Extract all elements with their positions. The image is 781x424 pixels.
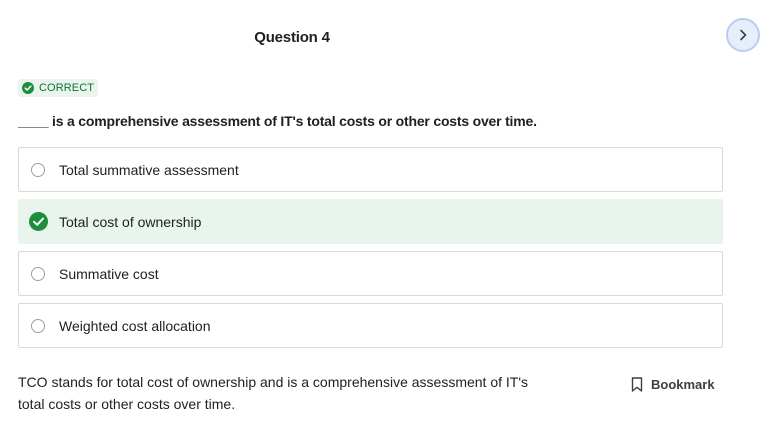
- answer-option-label: Summative cost: [59, 265, 159, 282]
- chevron-right-icon: [737, 29, 749, 41]
- next-question-button[interactable]: [726, 18, 760, 52]
- question-prompt: ____ is a comprehensive assessment of IT…: [18, 113, 537, 129]
- answer-option-label: Weighted cost allocation: [59, 317, 211, 334]
- check-circle-icon[interactable]: [29, 212, 48, 231]
- correct-status-badge: CORRECT: [18, 79, 99, 97]
- radio-button-icon[interactable]: [31, 162, 45, 177]
- question-title: Question 4: [254, 29, 330, 46]
- radio-button-icon[interactable]: [31, 266, 45, 281]
- bookmark-button[interactable]: Bookmark: [631, 377, 715, 392]
- answer-option[interactable]: Summative cost: [18, 251, 723, 296]
- answer-explanation: TCO stands for total cost of ownership a…: [18, 374, 529, 412]
- answer-option-label: Total summative assessment: [59, 161, 239, 178]
- bookmark-label: Bookmark: [651, 377, 715, 392]
- answer-options: Total summative assessment Total cost of…: [18, 147, 723, 355]
- answer-option[interactable]: Total summative assessment: [18, 147, 723, 192]
- correct-status-label: CORRECT: [39, 82, 95, 94]
- answer-option-selected[interactable]: Total cost of ownership: [18, 199, 723, 244]
- radio-button-icon[interactable]: [31, 318, 45, 333]
- answer-option-label: Total cost of ownership: [59, 213, 202, 230]
- answer-option[interactable]: Weighted cost allocation: [18, 303, 723, 348]
- check-circle-icon: [22, 82, 34, 94]
- bookmark-icon: [631, 377, 643, 392]
